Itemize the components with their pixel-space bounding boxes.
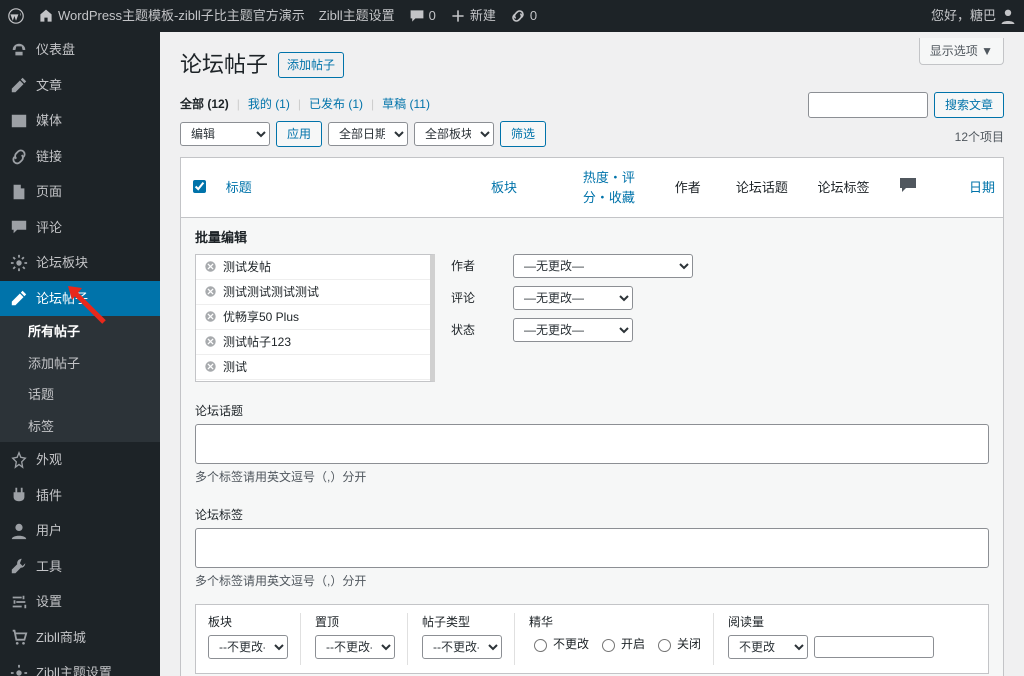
list-item: 优畅享50 Plus — [196, 305, 430, 330]
remove-icon[interactable] — [204, 260, 217, 273]
view-draft[interactable]: 草稿 (11) — [382, 95, 430, 113]
list-item: 测试发帖 — [196, 255, 430, 280]
bulk-post-list[interactable]: 测试发帖 测试测试测试测试 优畅享50 Plus 测试帖子123 测试 word… — [195, 254, 435, 382]
status-label: 状态 — [451, 321, 501, 339]
menu-settings[interactable]: 设置 — [0, 584, 160, 620]
essence-nochange[interactable]: 不更改 — [529, 635, 589, 653]
menu-zibll-shop[interactable]: Zibll商城 — [0, 620, 160, 656]
sticky-label: 置顶 — [315, 613, 395, 631]
essence-label: 精华 — [529, 613, 701, 631]
col-title[interactable]: 标题 — [226, 180, 252, 195]
bulk-edit-legend: 批量编辑 — [195, 228, 989, 248]
submenu-topics[interactable]: 话题 — [0, 379, 160, 411]
menu-forum-posts[interactable]: 论坛帖子 — [0, 281, 160, 317]
inline-options: 板块 --不更改-- 置顶 --不更改-- 帖子类型 --不更改-- 精华 不更改 开… — [195, 604, 989, 674]
views-select[interactable]: 不更改 — [728, 635, 808, 659]
menu-comments[interactable]: 评论 — [0, 210, 160, 246]
submenu-forum-posts: 所有帖子 添加帖子 话题 标签 — [0, 316, 160, 442]
col-topic: 论坛话题 — [736, 180, 788, 195]
user-greeting[interactable]: 您好，糖巴 — [931, 6, 1016, 26]
comments-select[interactable]: —无更改— — [513, 286, 633, 310]
col-tag: 论坛标签 — [818, 180, 870, 195]
bulk-edit-panel: 批量编辑 测试发帖 测试测试测试测试 优畅享50 Plus 测试帖子123 测试… — [180, 218, 1004, 676]
col-plate[interactable]: 板块 — [491, 180, 517, 195]
menu-media[interactable]: 媒体 — [0, 103, 160, 139]
tag-hint: 多个标签请用英文逗号（,）分开 — [195, 572, 989, 590]
menu-pages[interactable]: 页面 — [0, 174, 160, 210]
menu-users[interactable]: 用户 — [0, 513, 160, 549]
submenu-all-posts[interactable]: 所有帖子 — [0, 316, 160, 348]
remove-icon[interactable] — [204, 360, 217, 373]
submenu-tags[interactable]: 标签 — [0, 411, 160, 443]
apply-button[interactable]: 应用 — [276, 121, 322, 147]
plate-filter-select[interactable]: 全部板块 — [414, 122, 494, 146]
search-button[interactable]: 搜索文章 — [934, 92, 1004, 118]
col-date[interactable]: 日期 — [969, 180, 995, 195]
topic-label: 论坛话题 — [195, 402, 989, 420]
menu-dashboard[interactable]: 仪表盘 — [0, 32, 160, 68]
plate-label: 板块 — [208, 613, 288, 631]
comments-label: 评论 — [451, 289, 501, 307]
list-item: wordpress主题 — [196, 380, 430, 382]
menu-plugins[interactable]: 插件 — [0, 478, 160, 514]
ptype-label: 帖子类型 — [422, 613, 502, 631]
filter-button[interactable]: 筛选 — [500, 121, 546, 147]
screen-options-toggle[interactable]: 显示选项 ▼ — [919, 38, 1004, 65]
new-content[interactable]: 新建 — [450, 6, 496, 26]
views-input[interactable] — [814, 636, 934, 658]
bulk-action-select[interactable]: 编辑 — [180, 122, 270, 146]
list-item: 测试测试测试测试 — [196, 280, 430, 305]
comments-link[interactable]: 0 — [409, 6, 436, 26]
search-input[interactable] — [808, 92, 928, 118]
submenu-add-post[interactable]: 添加帖子 — [0, 348, 160, 380]
menu-appearance[interactable]: 外观 — [0, 442, 160, 478]
author-label: 作者 — [451, 257, 501, 275]
menu-zibll-theme-settings[interactable]: Zibll主题设置 — [0, 655, 160, 676]
view-all[interactable]: 全部 (12) — [180, 95, 229, 113]
page-title: 论坛帖子 — [180, 48, 268, 81]
add-new-button[interactable]: 添加帖子 — [278, 52, 344, 78]
sticky-select[interactable]: --不更改-- — [315, 635, 395, 659]
comment-icon — [899, 176, 917, 194]
topic-input[interactable] — [195, 424, 989, 464]
admin-bar: WordPress主题模板-zibll子比主题官方演示 Zibll主题设置 0 … — [0, 0, 1024, 32]
select-all-checkbox[interactable] — [193, 180, 206, 193]
remove-icon[interactable] — [204, 310, 217, 323]
ptype-select[interactable]: --不更改-- — [422, 635, 502, 659]
site-name[interactable]: WordPress主题模板-zibll子比主题官方演示 — [38, 6, 305, 26]
menu-tools[interactable]: 工具 — [0, 549, 160, 585]
view-published[interactable]: 已发布 (1) — [309, 95, 363, 113]
theme-settings-link[interactable]: Zibll主题设置 — [319, 6, 395, 26]
item-count: 12个项目 — [955, 128, 1004, 146]
menu-links[interactable]: 链接 — [0, 139, 160, 175]
remove-icon[interactable] — [204, 335, 217, 348]
tag-label: 论坛标签 — [195, 506, 989, 524]
views-label: 阅读量 — [728, 613, 934, 631]
col-hot[interactable]: 热度・评分・收藏 — [583, 170, 635, 205]
menu-posts[interactable]: 文章 — [0, 68, 160, 104]
topic-hint: 多个标签请用英文逗号（,）分开 — [195, 468, 989, 486]
wp-logo[interactable] — [8, 8, 24, 24]
status-select[interactable]: —无更改— — [513, 318, 633, 342]
posts-table: 标题 板块 热度・评分・收藏 作者 论坛话题 论坛标签 日期 — [180, 157, 1004, 218]
essence-on[interactable]: 开启 — [597, 635, 645, 653]
admin-menu: 仪表盘 文章 媒体 链接 页面 评论 论坛板块 论坛帖子 所有帖子 添加帖子 话… — [0, 32, 160, 676]
essence-off[interactable]: 关闭 — [653, 635, 701, 653]
search-box: 搜索文章 — [808, 92, 1004, 118]
main-content: 显示选项 ▼ 论坛帖子 添加帖子 搜索文章 全部 (12)| 我的 (1)| 已… — [160, 32, 1024, 676]
view-mine[interactable]: 我的 (1) — [248, 95, 290, 113]
remove-icon[interactable] — [204, 285, 217, 298]
list-item: 测试 — [196, 355, 430, 380]
plate-select[interactable]: --不更改-- — [208, 635, 288, 659]
date-filter-select[interactable]: 全部日期 — [328, 122, 408, 146]
links-count[interactable]: 0 — [510, 6, 537, 26]
list-item: 测试帖子123 — [196, 330, 430, 355]
col-author: 作者 — [675, 180, 701, 195]
menu-forum-plate[interactable]: 论坛板块 — [0, 245, 160, 281]
author-select[interactable]: —无更改— — [513, 254, 693, 278]
tag-input[interactable] — [195, 528, 989, 568]
